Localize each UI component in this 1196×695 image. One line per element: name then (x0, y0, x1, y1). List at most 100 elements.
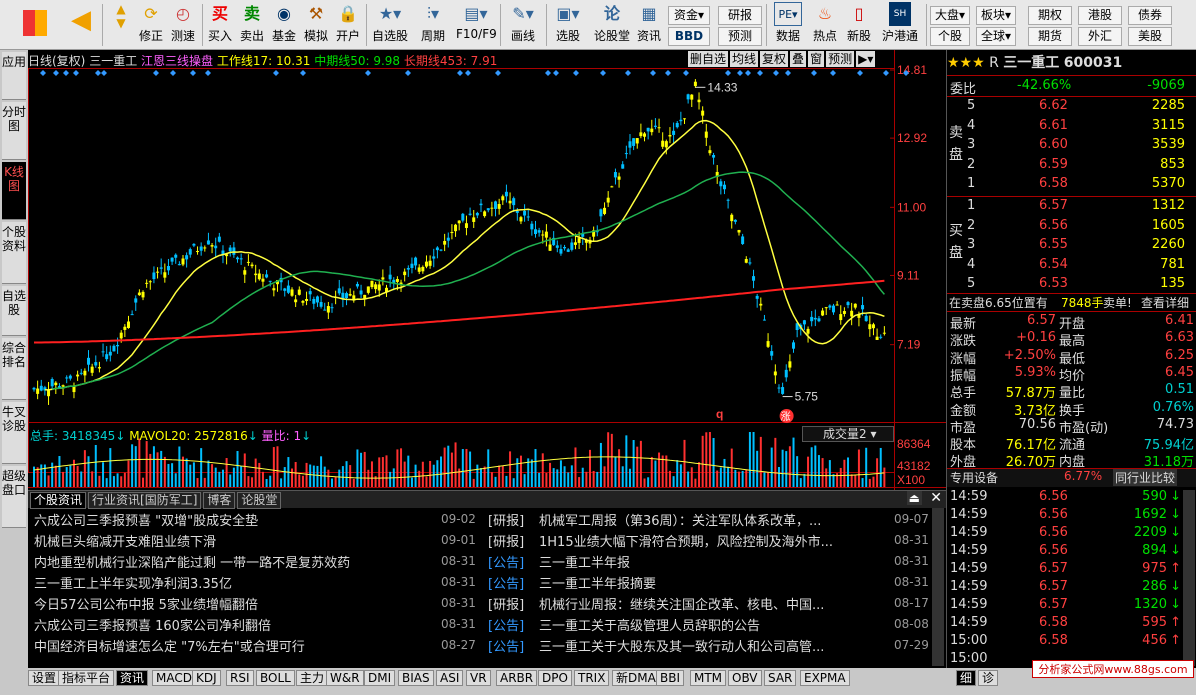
quick-index[interactable]: 大盘▾ (930, 6, 970, 25)
indicator-tab[interactable]: RSI (226, 670, 254, 686)
indicator-tab[interactable]: ARBR (496, 670, 538, 686)
industry-compare-tab[interactable]: 同行业比较 (1113, 469, 1178, 486)
indicator-tab[interactable]: BBI (656, 670, 685, 686)
news-item[interactable]: 三一重工关于大股东及其一致行动人和公司高管... (539, 636, 869, 655)
news-scrollbar[interactable] (932, 508, 944, 666)
news-item[interactable]: 三一重工半年报 (539, 552, 869, 571)
hk-connect-button[interactable]: SH 沪港通 (878, 2, 922, 44)
volume-indicator-dropdown[interactable]: 成交量2 ▾ (802, 426, 894, 442)
news-button[interactable]: ▦ 资讯 (634, 2, 664, 44)
buy-level[interactable]: 3 6.55 2260 (947, 237, 1196, 254)
sell-level[interactable]: 5 6.62 2285 (947, 98, 1196, 115)
tick-scrollbar[interactable] (1183, 490, 1195, 666)
quick-stock[interactable]: 个股 (930, 27, 970, 46)
quick-hk[interactable]: 港股 (1078, 6, 1122, 25)
buy-button[interactable]: 买买入 (206, 2, 234, 44)
vtab-timeshare[interactable]: 分时图 (2, 102, 26, 160)
screener-button[interactable]: ▣▾ 选股 (550, 2, 586, 44)
diagnose-tab[interactable]: 诊 (978, 670, 999, 686)
draw-line-button[interactable]: ✎▾ 画线 (504, 2, 542, 44)
research-button[interactable]: 研报 (718, 6, 762, 25)
ipo-button[interactable]: ▯ 新股 (844, 2, 874, 44)
indicator-tab[interactable]: MACD (152, 670, 196, 686)
kline-chart[interactable]: 14.81 12.92 11.00 9.11 7.19 86364 43182X100 14.… (28, 50, 946, 490)
quick-us[interactable]: 美股 (1128, 27, 1172, 46)
indicator-tab[interactable]: BOLL (256, 670, 295, 686)
speedtest-button[interactable]: ◴ 测速 (168, 2, 198, 44)
news-item[interactable]: 六成公司三季报预喜 160家公司净利翻倍 (34, 615, 271, 634)
indicator-tab[interactable]: DMI (364, 670, 396, 686)
vtab-super-orderbook[interactable]: 超级盘口 (2, 466, 26, 528)
vtab-watchlist[interactable]: 自选股 (2, 286, 26, 336)
back-button[interactable]: ◀ (65, 2, 97, 33)
watchlist-button[interactable]: ★▾ 自选股 (370, 2, 410, 44)
vtab-profile[interactable]: 个股资料 (2, 222, 26, 284)
tip-detail-link[interactable]: 查看详细 (1141, 294, 1189, 311)
overlay-button[interactable]: 叠 (790, 51, 807, 67)
sell-level[interactable]: 3 6.60 3539 (947, 137, 1196, 154)
indicator-tab[interactable]: KDJ (192, 670, 221, 686)
quick-futures[interactable]: 期货 (1028, 27, 1072, 46)
vtab-ranking[interactable]: 综合排名 (2, 338, 26, 400)
quick-sector[interactable]: 板块▾ (976, 6, 1016, 25)
indicator-tab[interactable]: SAR (764, 670, 797, 686)
fund-button[interactable]: ◉ 基金 (270, 2, 298, 44)
pin-icon[interactable]: ⏏ (906, 491, 922, 505)
adjust-button[interactable]: 复权 (760, 51, 789, 67)
vtab-apps[interactable]: 应用 (2, 52, 26, 100)
detail-tab[interactable]: 细 (956, 670, 977, 686)
close-icon[interactable]: ✕ (930, 490, 942, 506)
indicator-tab[interactable]: DPO (538, 670, 572, 686)
indicator-tab[interactable]: 资讯 (116, 670, 149, 686)
sell-button[interactable]: 卖卖出 (238, 2, 266, 44)
indicator-tab[interactable]: VR (466, 670, 491, 686)
big-order-tip[interactable]: 在卖盘6.65位置有 7848手 卖单! 查看详细 (947, 294, 1196, 311)
news-item[interactable]: 内地重型机械行业深陷产能过剩 一带一路不是复苏效药 (34, 552, 350, 571)
indicator-tab[interactable]: MTM (690, 670, 727, 686)
indicator-tab[interactable]: 新DMA (612, 670, 660, 686)
vtab-diagnosis[interactable]: 牛叉诊股 (2, 402, 26, 464)
buy-level[interactable]: 1 6.57 1312 (947, 198, 1196, 215)
news-item[interactable]: 三一重工半年报摘要 (539, 573, 869, 592)
tab-blog[interactable]: 博客 (203, 492, 236, 509)
indicator-tab[interactable]: 指标平台 (58, 670, 115, 686)
forum-button[interactable]: 论论股堂 (592, 2, 632, 44)
news-item[interactable]: 机械巨头缩减开支难阻业绩下滑 (34, 531, 216, 550)
data-button[interactable]: PE▾ 数据 (768, 2, 808, 44)
buy-level[interactable]: 4 6.54 781 (947, 257, 1196, 274)
vtab-kline[interactable]: K线图 (2, 162, 26, 220)
quick-bonds[interactable]: 债券 (1128, 6, 1172, 25)
indicator-tab[interactable]: TRIX (574, 670, 610, 686)
news-item[interactable]: 1H15业绩大幅下滑符合预期，风险控制及海外市... (539, 531, 869, 550)
quick-options[interactable]: 期权 (1028, 6, 1072, 25)
hotspot-button[interactable]: ♨ 热点 (810, 2, 840, 44)
news-item[interactable]: 今日57公司公布中报 5家业绩增幅翻倍 (34, 594, 258, 613)
news-item[interactable]: 三一重工关于高级管理人员辞职的公告 (539, 615, 869, 634)
indicator-tab[interactable]: BIAS (398, 670, 434, 686)
kline-chart-panel[interactable]: 14.81 12.92 11.00 9.11 7.19 86364 43182 X100 14.… (28, 50, 946, 490)
up-down-button[interactable]: ▲ ▼ (108, 2, 132, 30)
tab-forum[interactable]: 论股堂 (237, 492, 282, 509)
open-account-button[interactable]: 🔒 开户 (334, 2, 362, 44)
sell-level[interactable]: 4 6.61 3115 (947, 118, 1196, 135)
ma-button[interactable]: 均线 (730, 51, 759, 67)
fund-dropdown[interactable]: 资金▾ (668, 6, 710, 25)
quick-forex[interactable]: 外汇 (1078, 27, 1122, 46)
news-item[interactable]: 机械行业周报：继续关注国企改革、核电、中国... (539, 594, 869, 613)
sell-level[interactable]: 1 6.58 5370 (947, 176, 1196, 193)
forecast-button[interactable]: 预测 (826, 51, 855, 67)
news-item[interactable]: 机械军工周报（第36周）：关注军队体系改革，... (539, 510, 869, 529)
news-item[interactable]: 中国经济目标增速怎么定 "7%左右"或合理可行 (34, 636, 305, 655)
sell-level[interactable]: 2 6.59 853 (947, 157, 1196, 174)
start-menu-button[interactable] (20, 2, 50, 36)
indicator-tab[interactable]: ASI (436, 670, 464, 686)
quick-global[interactable]: 全球▾ (976, 27, 1016, 46)
indicator-tab[interactable]: 主力 (296, 670, 329, 686)
tab-industry-news[interactable]: 行业资讯[国防军工] (88, 492, 202, 509)
tab-stock-news[interactable]: 个股资讯 (30, 492, 87, 509)
simulate-button[interactable]: ⚒ 模拟 (302, 2, 330, 44)
news-item[interactable]: 六成公司三季报预喜 "双增"股成安全垫 (34, 510, 258, 529)
industry-tab[interactable]: 专用设备 (950, 469, 998, 486)
indicator-tab[interactable]: OBV (728, 670, 762, 686)
f10-button[interactable]: ▤▾ F10/F9 (456, 2, 497, 41)
